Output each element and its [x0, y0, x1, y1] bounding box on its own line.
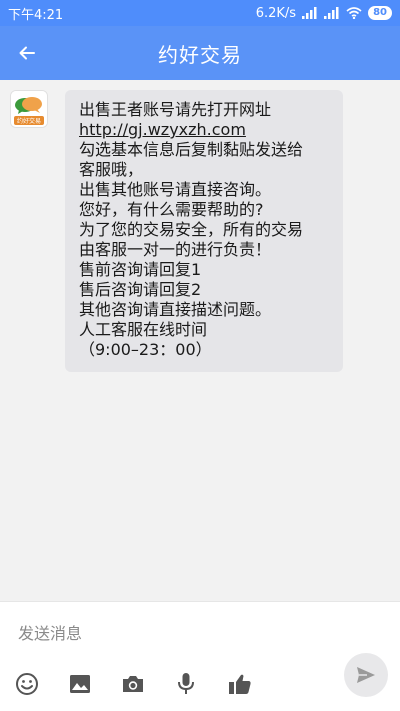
network-speed: 6.2K/s: [255, 5, 297, 21]
send-icon: [357, 667, 375, 683]
battery-level: 80: [373, 7, 387, 18]
message-line: 客服哦，: [79, 160, 144, 179]
status-bar: 下午4:21 6.2K/s 80: [0, 0, 400, 26]
thumbs-up-icon: [229, 674, 251, 694]
message-line: 出售其他账号请直接咨询。: [79, 180, 272, 199]
battery-icon: 80: [368, 6, 392, 20]
chat-screen: 下午4:21 6.2K/s 80 约好交易 约好交易 出售王者账号请先打开网址 …: [0, 0, 400, 711]
microphone-icon: [178, 673, 194, 694]
message-line: 由客服一对一的进行负责！: [79, 240, 272, 259]
voice-button[interactable]: [172, 670, 200, 698]
emoji-button[interactable]: [13, 670, 41, 698]
page-title: 约好交易: [158, 42, 242, 67]
message-line: 您好，有什么需要帮助的?: [79, 200, 264, 219]
signal-icon: [302, 7, 318, 19]
message-line: 人工客服在线时间: [79, 320, 208, 339]
message-bubble[interactable]: 出售王者账号请先打开网址 http://gj.wzyxzh.com 勾选基本信息…: [65, 90, 343, 372]
message-line: 售后咨询请回复2: [79, 280, 202, 299]
send-button[interactable]: [344, 653, 388, 697]
logo-icon: 约好交易: [11, 91, 47, 127]
image-button[interactable]: [66, 670, 94, 698]
message-line: 出售王者账号请先打开网址: [79, 100, 272, 119]
avatar[interactable]: 约好交易: [10, 90, 48, 128]
signal-icon-2: [324, 7, 340, 19]
camera-icon: [123, 676, 143, 692]
message-input[interactable]: [18, 620, 318, 646]
message-line: 为了您的交易安全，所有的交易: [79, 220, 304, 239]
emoji-icon: [16, 673, 38, 695]
message-line: （9:00–23：00）: [79, 340, 212, 359]
message-line: 售前咨询请回复1: [79, 260, 202, 279]
chat-area[interactable]: 约好交易 出售王者账号请先打开网址 http://gj.wzyxzh.com 勾…: [0, 80, 400, 601]
composer: [0, 601, 400, 711]
message-line: 其他咨询请直接描述问题。: [79, 300, 272, 319]
status-time: 下午4:21: [8, 7, 64, 23]
avatar-label: 约好交易: [17, 117, 41, 125]
back-button[interactable]: [12, 38, 42, 68]
image-icon: [70, 675, 90, 693]
back-arrow-icon: [19, 46, 35, 60]
like-button[interactable]: [226, 670, 254, 698]
message-line: 勾选基本信息后复制黏贴发送给: [79, 140, 304, 159]
camera-button[interactable]: [119, 670, 147, 698]
app-header: 约好交易: [0, 26, 400, 80]
wifi-icon: [346, 7, 362, 19]
message-link[interactable]: http://gj.wzyxzh.com: [79, 120, 333, 140]
composer-toolbar: [0, 666, 340, 702]
